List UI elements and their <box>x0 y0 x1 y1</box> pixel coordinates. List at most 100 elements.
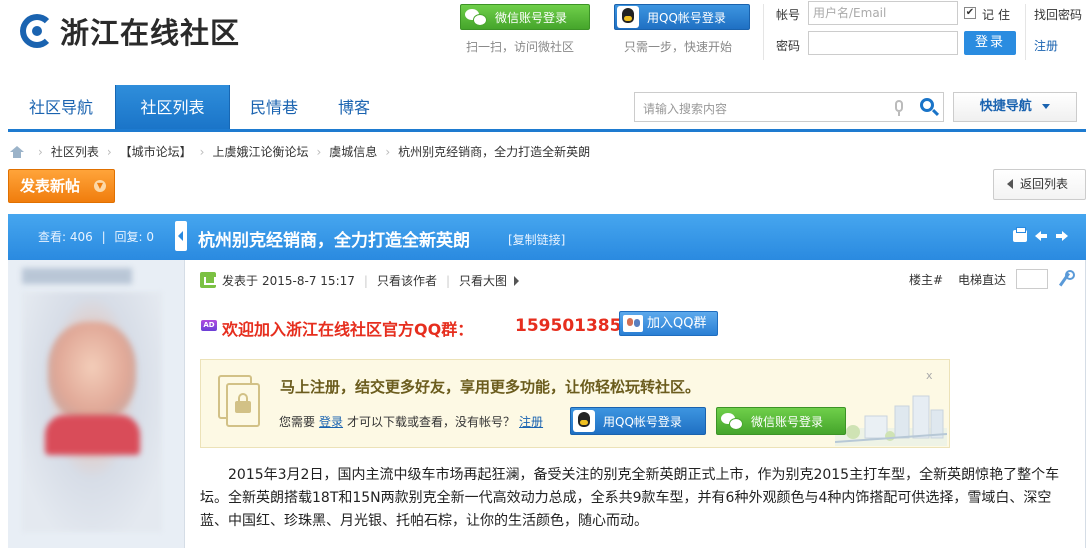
breadcrumb-separator: › <box>316 144 322 159</box>
register-qq-login-button[interactable]: 用QQ帐号登录 <box>570 407 706 435</box>
replies-count: 0 <box>146 230 154 244</box>
register-link[interactable]: 注册 <box>1034 37 1058 54</box>
city-illustration <box>835 395 947 446</box>
tab-community-list[interactable]: 社区列表 <box>115 85 230 130</box>
nav-underline <box>8 129 1086 132</box>
elevator-label: 电梯直达 <box>958 273 1007 287</box>
meta-divider: | <box>363 273 368 288</box>
breadcrumb-separator: › <box>106 144 112 159</box>
tab-community-nav[interactable]: 社区导航 <box>14 85 108 130</box>
wechat-icon <box>721 413 743 430</box>
views-count: 406 <box>69 230 93 244</box>
search-placeholder: 请输入搜索内容 <box>643 102 728 116</box>
home-icon[interactable] <box>10 145 24 158</box>
join-qq-group-label: 加入QQ群 <box>647 316 707 331</box>
thread-title: 杭州别克经销商，全力打造全新英朗 <box>198 231 470 251</box>
site-logo[interactable]: 浙江在线社区 <box>20 10 240 52</box>
online-status-icon <box>200 272 216 288</box>
remember-label: 记住 <box>982 8 1015 22</box>
register-sub-text-1: 您需要 <box>279 415 316 429</box>
qq-login-label: 用QQ帐号登录 <box>647 10 726 25</box>
remember-checkbox[interactable]: ✔ <box>964 7 976 19</box>
new-post-label: 发表新帖 <box>20 177 81 195</box>
back-to-list-label: 返回列表 <box>1020 177 1069 191</box>
microphone-stand <box>898 112 900 116</box>
account-input[interactable]: 用户名/Email <box>808 1 958 25</box>
new-post-button[interactable]: 发表新帖 ▼ <box>8 169 115 203</box>
register-headline: 马上注册，结交更多好友，享用更多功能，让你轻松玩转社区。 <box>280 378 701 396</box>
author-name-blurred[interactable] <box>22 268 132 284</box>
register-wechat-login-button[interactable]: 微信账号登录 <box>716 407 846 435</box>
views-label: 查看: <box>38 230 67 244</box>
close-icon[interactable]: x <box>926 369 933 382</box>
quick-nav-button[interactable]: 快捷导航 <box>953 92 1077 122</box>
register-qq-label: 用QQ帐号登录 <box>603 414 682 429</box>
divider <box>763 4 764 60</box>
post-body: 2015年3月2日，国内主流中级车市场再起狂澜，备受关注的别克全新英朗正式上市，… <box>200 467 1060 529</box>
wechat-login-label: 微信账号登录 <box>495 10 568 25</box>
breadcrumb-item[interactable]: 【城市论坛】 <box>120 143 192 160</box>
ad-qq-number[interactable]: 159501385 <box>515 316 621 336</box>
back-to-list-button[interactable]: 返回列表 <box>993 169 1086 200</box>
find-password-link[interactable]: 找回密码 <box>1034 6 1082 23</box>
print-icon[interactable] <box>1013 227 1027 242</box>
big-image-link[interactable]: 只看大图 <box>459 272 507 289</box>
next-thread-icon[interactable] <box>1055 228 1069 242</box>
meta-divider: | <box>445 273 450 288</box>
stats-divider: | <box>101 230 106 244</box>
account-label: 帐号 <box>776 8 801 22</box>
chevron-down-icon: ▼ <box>94 180 106 192</box>
qq-hint: 只需一步，快速开始 <box>624 40 733 54</box>
qq-icon <box>573 410 595 432</box>
caret-down-icon <box>1042 104 1051 109</box>
elevator-input[interactable] <box>1016 269 1048 289</box>
microphone-icon[interactable] <box>895 100 903 112</box>
breadcrumb-current[interactable]: 杭州别克经销商，全力打造全新英朗 <box>398 143 590 160</box>
breadcrumb: › 社区列表 › 【城市论坛】 › 上虞娥江论衡论坛 › 虞城信息 › 杭州别克… <box>10 143 590 160</box>
locked-document-icon <box>218 375 264 429</box>
ad-text[interactable]: 欢迎加入浙江在线社区官方QQ群： <box>222 316 473 340</box>
qq-login-button[interactable]: 用QQ帐号登录 <box>614 4 750 30</box>
author-only-link[interactable]: 只看该作者 <box>377 272 437 289</box>
password-label: 密码 <box>776 39 801 53</box>
breadcrumb-separator: › <box>199 144 205 159</box>
wechat-hint: 扫一扫，访问微社区 <box>466 40 575 54</box>
posted-prefix: 发表于 <box>222 274 259 288</box>
tab-blog[interactable]: 博客 <box>322 85 386 130</box>
collapse-sidebar-icon[interactable] <box>175 221 187 251</box>
qq-icon <box>617 6 639 28</box>
avatar-shirt <box>45 415 140 455</box>
post-meta: 发表于 2015-8-7 15:17 | 只看该作者 | 只看大图 <box>222 272 520 289</box>
wrench-icon[interactable] <box>1056 270 1075 288</box>
register-wechat-label: 微信账号登录 <box>751 414 824 429</box>
wechat-icon <box>465 9 487 26</box>
play-icon <box>514 275 520 286</box>
register-login-link[interactable]: 登录 <box>319 413 343 430</box>
wechat-login-button[interactable]: 微信账号登录 <box>460 4 590 30</box>
search-input[interactable]: 请输入搜索内容 <box>634 92 944 122</box>
register-subtext: 您需要 登录 才可以下载或查看，没有帐号？ 注册 <box>279 413 547 430</box>
register-register-link[interactable]: 注册 <box>519 413 543 430</box>
breadcrumb-item[interactable]: 虞城信息 <box>329 143 377 160</box>
breadcrumb-item[interactable]: 上虞娥江论衡论坛 <box>212 143 308 160</box>
arrow-left-icon <box>1007 179 1013 189</box>
join-qq-group-button[interactable]: 加入QQ群 <box>619 311 718 336</box>
copy-link[interactable]: [复制链接] <box>508 231 565 248</box>
breadcrumb-separator: › <box>38 144 43 159</box>
replies-label: 回复: <box>114 230 143 244</box>
avatar-face <box>48 322 136 422</box>
floor-label: 楼主# <box>909 273 944 287</box>
quick-nav-label: 快捷导航 <box>979 99 1032 114</box>
prev-thread-icon[interactable] <box>1035 228 1049 242</box>
login-button[interactable]: 登录 <box>964 31 1016 55</box>
breadcrumb-separator: › <box>385 144 391 159</box>
divider <box>1025 4 1026 60</box>
tab-minqingxiang[interactable]: 民情巷 <box>238 85 310 130</box>
search-icon[interactable] <box>920 98 934 112</box>
breadcrumb-item[interactable]: 社区列表 <box>51 143 99 160</box>
register-sub-text-2: 才可以下载或查看，没有帐号？ <box>347 415 516 429</box>
password-input[interactable] <box>808 31 958 55</box>
qq-group-icon <box>623 315 643 332</box>
posted-time: 2015-8-7 15:17 <box>262 273 355 288</box>
logo-text: 浙江在线社区 <box>60 16 241 50</box>
